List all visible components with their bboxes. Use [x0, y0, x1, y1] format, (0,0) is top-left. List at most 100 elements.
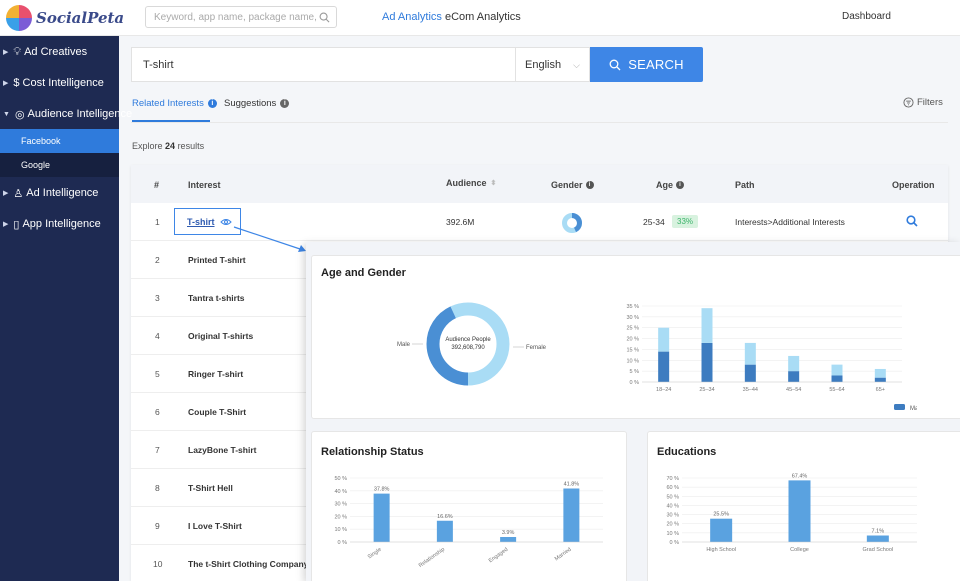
- search-icon[interactable]: [906, 215, 918, 227]
- interest-name[interactable]: Ringer T-shirt: [188, 369, 243, 379]
- results-summary: Explore 24 results: [132, 141, 204, 151]
- interest-name[interactable]: I Love T-Shirt: [188, 521, 242, 531]
- info-icon[interactable]: i: [676, 181, 685, 189]
- column-header-label: Gender: [551, 180, 583, 190]
- bar-female: [658, 327, 670, 352]
- sidebar-item-ad-creatives[interactable]: ▶ 💡︎ Ad Creatives: [0, 41, 119, 63]
- bar: [373, 493, 390, 542]
- bar-male: [831, 375, 843, 382]
- info-icon[interactable]: i: [280, 99, 290, 108]
- y-tick-label: 0 %: [630, 380, 640, 386]
- bar-male: [658, 351, 670, 382]
- bar: [500, 537, 517, 542]
- y-tick-label: 40 %: [334, 489, 347, 495]
- sidebar-item-ad-intelligence[interactable]: ▶ ♙ Ad Intelligence: [0, 182, 119, 204]
- column-header-path: Path: [735, 180, 755, 190]
- y-tick-label: 50 %: [666, 494, 679, 500]
- interest-name[interactable]: LazyBone T-shirt: [188, 445, 256, 455]
- x-tick-label: 18–24: [656, 387, 671, 393]
- y-tick-label: 30 %: [666, 513, 679, 519]
- x-tick-label: Grad School: [863, 547, 894, 553]
- x-tick-label: Married: [554, 547, 573, 563]
- phone-icon: ▯: [13, 218, 20, 231]
- y-tick-label: 20 %: [334, 514, 347, 520]
- card-title: Age and Gender: [321, 267, 406, 279]
- age-stacked-bar-chart: 0 % 5 % 10 % 15 % 20 % 25 % 30 % 35 % 18–24 25–34…: [626, 304, 917, 412]
- eye-icon[interactable]: [220, 217, 232, 227]
- language-select[interactable]: English ⌵: [516, 47, 590, 82]
- caret-right-icon: ▶: [3, 221, 9, 228]
- bar-male: [874, 377, 886, 382]
- x-tick-label: Single: [367, 547, 383, 561]
- sidebar-item-audience-intelligence[interactable]: ▼ ◎ Audience Intelligence: [0, 103, 132, 125]
- sort-icon[interactable]: ⬍: [491, 179, 497, 187]
- bar-male: [744, 364, 756, 382]
- results-count: 24: [165, 141, 176, 151]
- nav-ad-analytics[interactable]: Ad Analytics: [382, 11, 442, 23]
- row-number: 8: [155, 483, 160, 493]
- interest-name[interactable]: Couple T-Shirt: [188, 407, 246, 417]
- column-header-audience[interactable]: Audience ⬍: [446, 178, 496, 188]
- educations-card: Educations 0 % 10 % 20 % 30 % 40 % 50 % 60 % 70…: [647, 431, 960, 581]
- bar-female: [701, 308, 713, 343]
- nav-dashboard[interactable]: Dashboard: [842, 11, 891, 22]
- dollar-icon: $: [13, 77, 20, 89]
- search-icon[interactable]: [319, 12, 330, 23]
- tab-related-interests[interactable]: Related Interests i: [132, 98, 217, 109]
- y-tick-label: 70 %: [666, 476, 679, 482]
- bar: [788, 480, 811, 542]
- bar: [563, 488, 580, 542]
- interest-name[interactable]: The t-Shirt Clothing Company: [188, 559, 308, 569]
- column-header-label: Audience: [446, 178, 487, 188]
- interest-highlight[interactable]: T-shirt: [174, 208, 241, 235]
- info-icon[interactable]: i: [207, 99, 217, 108]
- x-tick-label: College: [790, 547, 809, 553]
- gender-donut-chart: Audience People 392,608,790 Male Female: [397, 302, 547, 386]
- logo[interactable]: SocialPeta: [6, 5, 124, 31]
- table-row[interactable]: 1 T-shirt 392.6M 25-34 33% Interests>Add…: [131, 203, 948, 241]
- sidebar-item-label: App Intelligence: [22, 218, 101, 230]
- nav-ecom-analytics[interactable]: eCom Analytics: [445, 11, 521, 23]
- donut-center-value: 392,608,790: [451, 345, 485, 351]
- bar-value-label: 7.1%: [872, 529, 885, 535]
- row-number: 3: [155, 293, 160, 303]
- interest-name[interactable]: Original T-shirts: [188, 331, 253, 341]
- bar-value-label: 16.6%: [437, 514, 453, 520]
- donut-label-male: Male: [397, 342, 411, 348]
- sidebar-item-cost-intelligence[interactable]: ▶ $ Cost Intelligence: [0, 72, 119, 94]
- row-number: 9: [155, 521, 160, 531]
- sidebar-sub-facebook[interactable]: Facebook: [0, 129, 119, 153]
- tab-label: Suggestions: [224, 98, 277, 109]
- relationship-bar-chart: 0 % 10 % 20 % 30 % 40 % 50 % 37.8% Single 16.6% R…: [334, 476, 603, 569]
- search-button[interactable]: SEARCH: [590, 47, 703, 82]
- filters-button[interactable]: Filters: [903, 97, 943, 108]
- y-tick-label: 30 %: [626, 315, 639, 321]
- y-tick-label: 20 %: [666, 522, 679, 528]
- search-icon: [609, 59, 621, 70]
- sidebar-item-app-intelligence[interactable]: ▶ ▯ App Intelligence: [0, 213, 119, 235]
- interest-name[interactable]: T-Shirt Hell: [188, 483, 233, 493]
- sidebar-sub-label: Google: [21, 160, 51, 170]
- sidebar-sub-google[interactable]: Google: [0, 153, 119, 177]
- y-tick-label: 30 %: [334, 502, 347, 508]
- logo-icon: [6, 5, 32, 31]
- global-search-placeholder: Keyword, app name, package name, text c: [154, 12, 319, 23]
- global-search-input[interactable]: Keyword, app name, package name, text c: [145, 6, 337, 28]
- interest-name[interactable]: Tantra t-shirts: [188, 293, 245, 303]
- column-header-interest: Interest: [188, 180, 221, 190]
- card-title: Relationship Status: [321, 446, 424, 458]
- sidebar-sub-label: Facebook: [21, 136, 61, 146]
- y-tick-label: 10 %: [334, 527, 347, 533]
- interest-search-input[interactable]: T-shirt: [131, 47, 516, 82]
- sidebar-item-label: Cost Intelligence: [22, 77, 104, 89]
- donut-hole: [440, 316, 496, 372]
- x-tick-label: 35–44: [743, 387, 758, 393]
- info-icon[interactable]: i: [585, 181, 594, 189]
- interest-link[interactable]: T-shirt: [187, 217, 215, 227]
- language-value: English: [525, 59, 562, 71]
- interest-name[interactable]: Printed T-shirt: [188, 255, 246, 265]
- donut-label-female: Female: [526, 345, 547, 351]
- column-header-gender: Gender i: [551, 180, 594, 190]
- tab-suggestions[interactable]: Suggestions i: [224, 98, 290, 109]
- bar: [710, 518, 733, 542]
